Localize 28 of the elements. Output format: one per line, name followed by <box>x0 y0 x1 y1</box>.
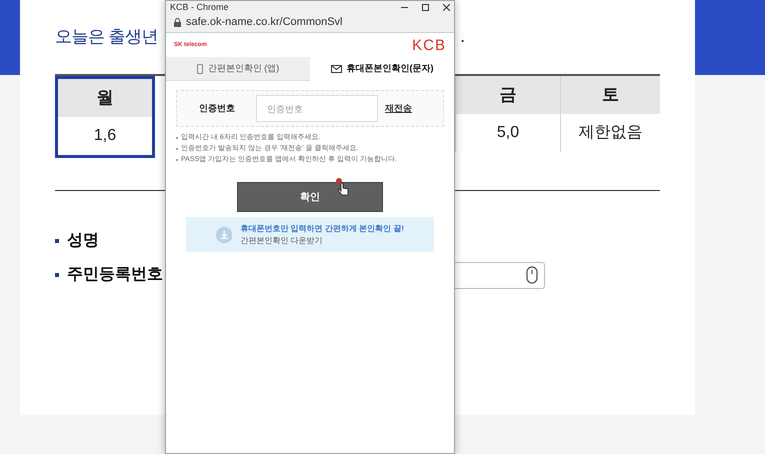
window-title: KCB - Chrome <box>170 2 229 12</box>
tab[interactable]: 간편본인확인 (앱) <box>166 57 310 81</box>
bullet-icon <box>55 239 59 243</box>
maximize-icon[interactable] <box>422 4 429 10</box>
input-field[interactable]: 인증번호 <box>256 95 378 122</box>
minimize-icon[interactable] <box>401 6 408 8</box>
table-header: 월 <box>58 79 152 117</box>
heading-text: . <box>460 24 466 49</box>
logo: KCB <box>412 38 446 52</box>
field-label: 주민등록번호 <box>67 265 163 285</box>
phone-icon <box>196 64 203 74</box>
table-header: 금 <box>456 76 560 114</box>
close-icon[interactable] <box>443 4 450 10</box>
bullet-icon <box>55 273 59 277</box>
banner-title: 휴대폰번호만 입력하면 간편하게 본인확인 끝! <box>240 222 404 234</box>
address-bar[interactable]: safe.ok-name.co.kr/CommonSvl <box>166 13 454 33</box>
resend-link[interactable]: 재전송 <box>385 102 412 116</box>
table-header: 토 <box>561 76 660 114</box>
field-label: 인증번호 <box>198 102 236 115</box>
mouse-icon <box>526 266 538 284</box>
url-text: safe.ok-name.co.kr/CommonSvl <box>186 15 342 30</box>
download-banner[interactable]: 휴대폰번호만 입력하면 간편하게 본인확인 끝! 간편본인확인 다운받기 <box>186 217 434 252</box>
lock-icon <box>174 18 181 27</box>
heading-text: 오늘은 출생년 <box>55 27 158 46</box>
banner-subtitle: 간편본인확인 다운받기 <box>240 234 324 246</box>
cursor-icon <box>335 178 349 196</box>
field-label: 성명 <box>67 231 99 251</box>
envelope-icon <box>330 65 342 73</box>
